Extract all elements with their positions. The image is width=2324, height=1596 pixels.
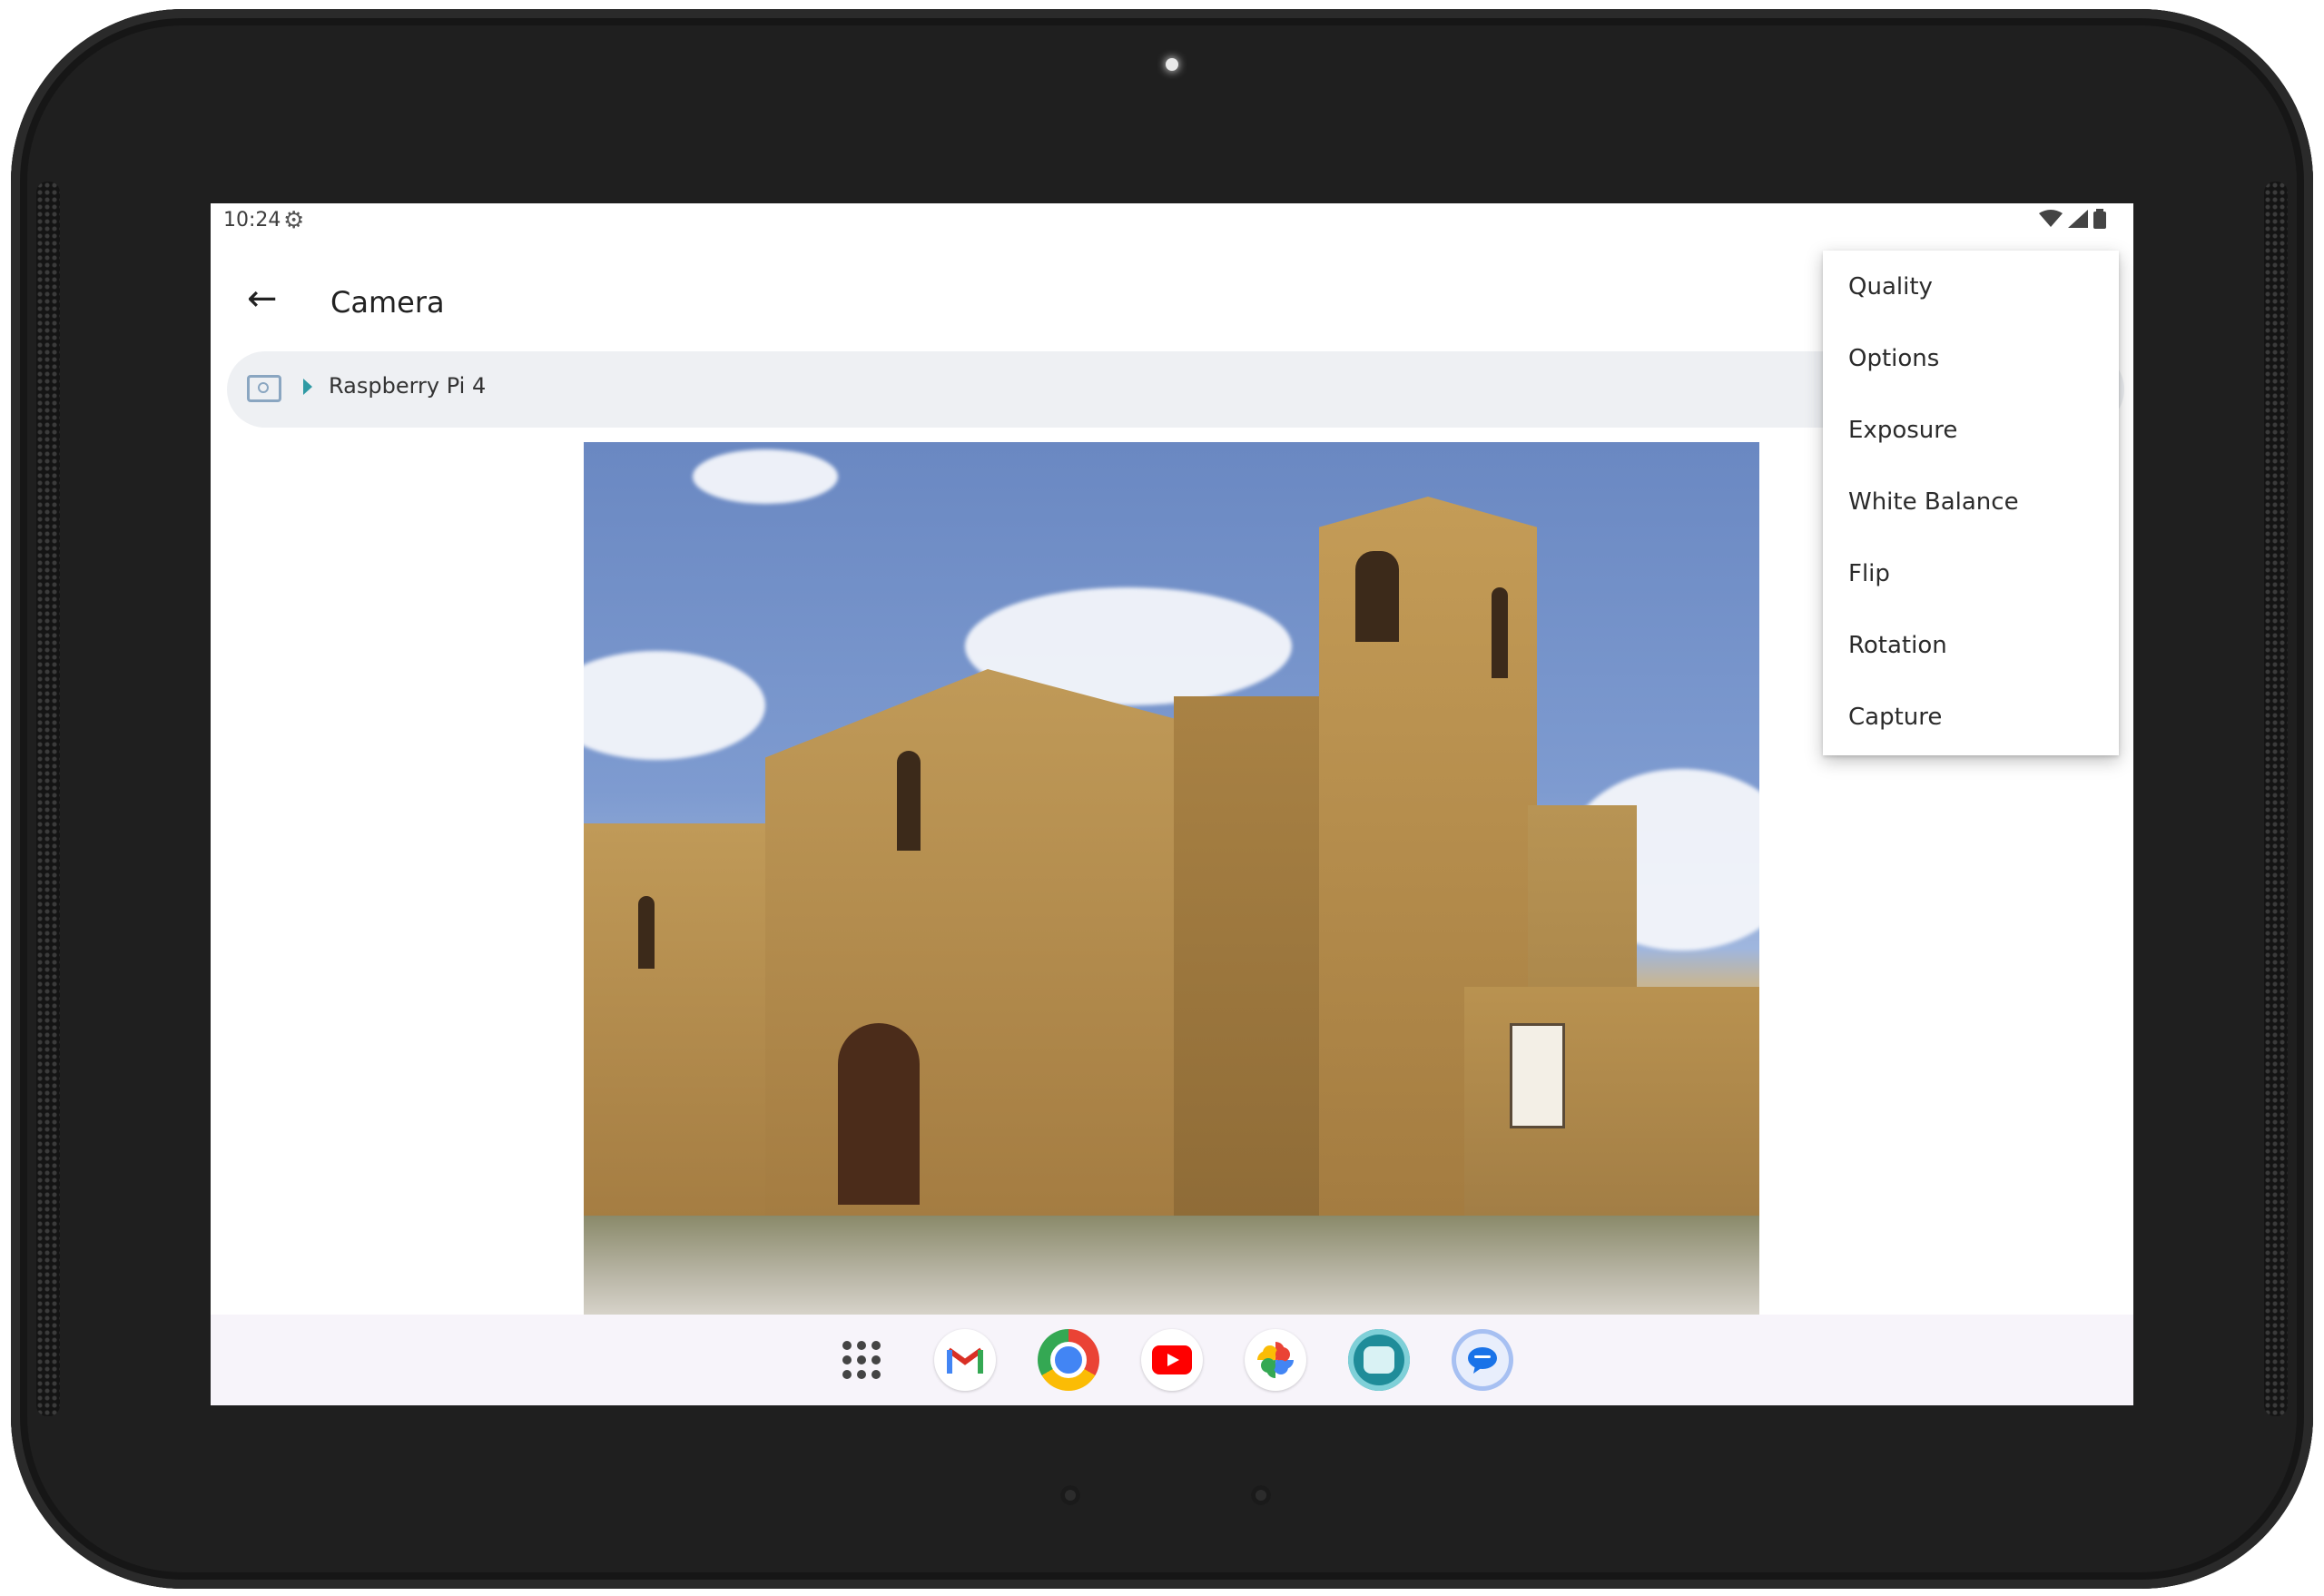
raspberry-app-icon[interactable] xyxy=(1348,1329,1410,1391)
overflow-menu: Quality Options Exposure White Balance F… xyxy=(1823,251,2119,755)
tablet-frame: 10:24 ⚙ ← Camera Raspberry Pi 4 Quality … xyxy=(11,9,2313,1589)
cloud xyxy=(584,651,765,760)
heritage-sign xyxy=(1510,1023,1565,1128)
page-title: Camera xyxy=(330,285,445,320)
speaker-grille-right xyxy=(2264,182,2288,1416)
ground xyxy=(584,1216,1759,1315)
messages-icon[interactable] xyxy=(1452,1329,1513,1391)
speaker-grille-left xyxy=(36,182,60,1416)
camera-preview-image xyxy=(584,442,1759,1315)
gear-icon: ⚙ xyxy=(283,207,305,234)
chrome-icon[interactable] xyxy=(1038,1329,1099,1391)
bell-window xyxy=(1355,551,1399,642)
wifi-icon xyxy=(2039,210,2063,227)
app-dock xyxy=(211,1315,2133,1405)
menu-item-flip[interactable]: Flip xyxy=(1823,537,2119,609)
side-window xyxy=(638,896,655,969)
facade-window xyxy=(897,751,921,851)
photos-icon[interactable] xyxy=(1245,1329,1306,1391)
bottom-sensor-right xyxy=(1251,1485,1271,1505)
camera-device-icon[interactable] xyxy=(247,375,281,402)
front-camera xyxy=(1166,58,1178,71)
gmail-icon[interactable] xyxy=(934,1329,996,1391)
menu-item-rotation[interactable]: Rotation xyxy=(1823,609,2119,681)
youtube-icon[interactable] xyxy=(1141,1329,1203,1391)
status-bar: 10:24 ⚙ xyxy=(211,203,2133,241)
menu-item-exposure[interactable]: Exposure xyxy=(1823,394,2119,466)
status-time: 10:24 xyxy=(223,209,281,232)
church-facade xyxy=(765,669,1210,1259)
menu-item-options[interactable]: Options xyxy=(1823,322,2119,394)
chevron-right-icon xyxy=(303,379,312,395)
signal-icon xyxy=(2068,210,2088,228)
church-door xyxy=(838,1023,920,1205)
menu-item-quality[interactable]: Quality xyxy=(1823,251,2119,322)
bottom-sensor-left xyxy=(1060,1485,1080,1505)
taskbar xyxy=(211,1315,2133,1405)
status-icons xyxy=(2039,209,2106,229)
church-side xyxy=(1174,696,1337,1259)
cloud xyxy=(693,449,838,504)
apps-grid-icon[interactable] xyxy=(831,1329,892,1391)
breadcrumb-device-label[interactable]: Raspberry Pi 4 xyxy=(329,373,486,399)
arrow-left-icon[interactable]: ← xyxy=(247,278,278,320)
church-side-wall xyxy=(584,823,774,1259)
screen: 10:24 ⚙ ← Camera Raspberry Pi 4 Quality … xyxy=(211,203,2133,1405)
tower-window xyxy=(1492,587,1508,678)
battery-icon xyxy=(2093,209,2106,229)
menu-item-white-balance[interactable]: White Balance xyxy=(1823,466,2119,537)
menu-item-capture[interactable]: Capture xyxy=(1823,681,2119,753)
